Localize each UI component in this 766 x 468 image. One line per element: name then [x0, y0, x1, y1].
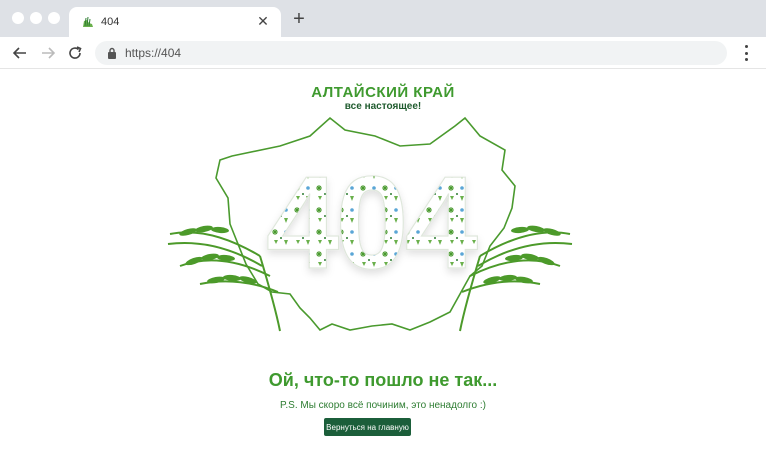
browser-window: 404 ✕ + https://404 АЛТАЙСКИЙ КРАЙ все н…: [0, 0, 766, 468]
window-close-dot[interactable]: [12, 12, 24, 24]
error-headline: Ой, что-то пошло не так...: [268, 370, 498, 390]
home-button[interactable]: Вернуться на главную: [324, 418, 411, 436]
forward-button[interactable]: [38, 43, 58, 63]
window-maximize-dot[interactable]: [48, 12, 60, 24]
close-icon[interactable]: ✕: [255, 13, 271, 29]
altai-wheat-icon: [83, 16, 93, 27]
browser-tab[interactable]: 404 ✕: [69, 7, 281, 37]
error-ps-note: P.S. Мы скоро всё починим, это ненадолго…: [279, 400, 486, 411]
address-bar[interactable]: https://404: [95, 41, 727, 65]
window-controls: [12, 12, 60, 24]
kebab-menu-icon[interactable]: [740, 45, 752, 61]
lock-icon: [108, 47, 116, 59]
tab-title: 404: [101, 16, 120, 28]
tab-bar: 404 ✕ +: [0, 0, 766, 37]
back-button[interactable]: [10, 43, 30, 63]
plus-icon[interactable]: +: [290, 9, 308, 29]
reload-icon: [69, 46, 82, 59]
logo-subtitle: все настоящее!: [344, 101, 422, 112]
error-code-404: 404: [266, 149, 478, 296]
logo-title: АЛТАЙСКИЙ КРАЙ: [311, 84, 455, 101]
reload-button[interactable]: [65, 43, 85, 63]
arrow-right-icon: [42, 47, 55, 59]
url-text: https://404: [125, 46, 182, 60]
arrow-left-icon: [13, 47, 26, 59]
address-toolbar: https://404: [0, 37, 766, 69]
error-page: АЛТАЙСКИЙ КРАЙ все настоящее! 404 Ой, чт…: [0, 70, 766, 468]
altai-logo[interactable]: АЛТАЙСКИЙ КРАЙ все настоящее!: [0, 84, 766, 113]
window-minimize-dot[interactable]: [30, 12, 42, 24]
altai-map-404-illustration: 404: [167, 116, 573, 332]
